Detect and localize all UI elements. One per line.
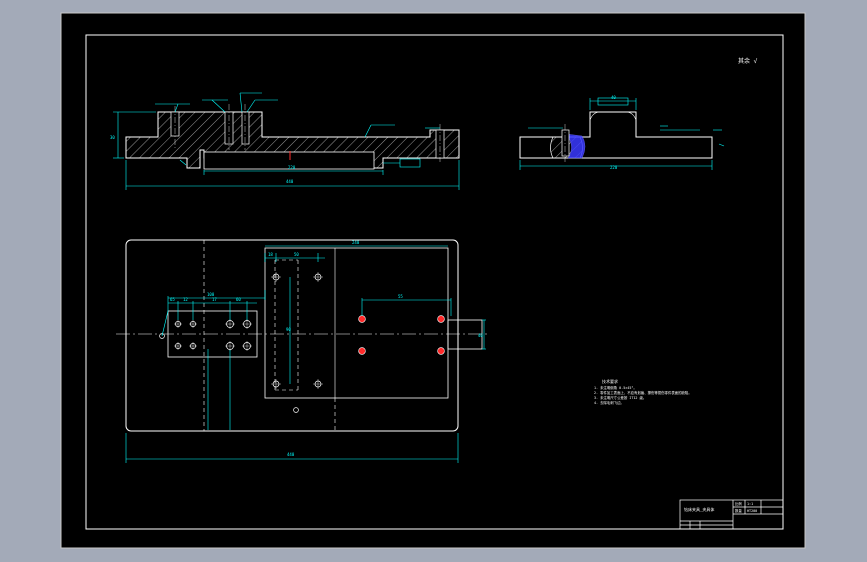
front-dim-inner: 220: [288, 165, 296, 170]
side-hole: [561, 129, 570, 157]
plan-dim-i: 90: [286, 327, 291, 332]
plan-outline: [125, 239, 459, 432]
tech-requirements-title: 技术要求: [602, 378, 618, 384]
side-dim-top: 40: [611, 95, 616, 100]
tech-requirement-line: 2. 零件加工表面上，不应有划痕、擦伤等损伤零件表面的缺陷。: [594, 390, 692, 395]
cad-drawing-viewport: 其余 √ 440 220 30 220 40 440 240 18 50 65 …: [60, 12, 806, 549]
plan-dim-b: 50: [294, 252, 299, 257]
title-block-material: HT200: [747, 509, 757, 513]
plan-dim-total: 440: [287, 452, 295, 457]
plan-dim-g: 17: [212, 297, 217, 302]
title-block-qty-label: 数量: [735, 508, 742, 513]
plan-dim-right: 240: [352, 240, 360, 245]
tech-requirement-line: 3. 未注明尺寸公差按 IT12 级。: [594, 395, 646, 400]
front-dim-total: 440: [286, 179, 294, 184]
title-block-scale-value: 1:1: [747, 502, 753, 506]
roughness-note: 其余 √: [738, 57, 758, 65]
title-block-scale-label: 比例: [735, 501, 742, 506]
plan-dim-c: 65: [170, 297, 175, 302]
plan-dim-j: 40: [478, 333, 483, 338]
plan-view: 440 240 18 50 65 100 12 60 17 55 90 40: [116, 239, 490, 463]
tech-requirement-line: 1. 未注明倒角 0.5×45°。: [594, 385, 637, 390]
plan-red-hole: [358, 315, 366, 323]
plan-dim-f: 60: [236, 297, 241, 302]
plan-dim-e: 12: [183, 297, 188, 302]
plan-red-hole: [358, 347, 366, 355]
front-dim-height: 30: [110, 135, 115, 140]
plan-dim-h: 55: [398, 294, 403, 299]
plan-red-hole: [437, 315, 445, 323]
plan-red-hole: [437, 347, 445, 355]
plan-dim-a: 18: [268, 252, 273, 257]
title-block-drawing-name: 钻床夹具_夹具体: [684, 506, 714, 512]
tech-requirement-line: 4. 去除毛刺飞边。: [594, 400, 624, 405]
front-hole-3: [241, 111, 250, 145]
side-dim-total: 220: [610, 165, 618, 170]
